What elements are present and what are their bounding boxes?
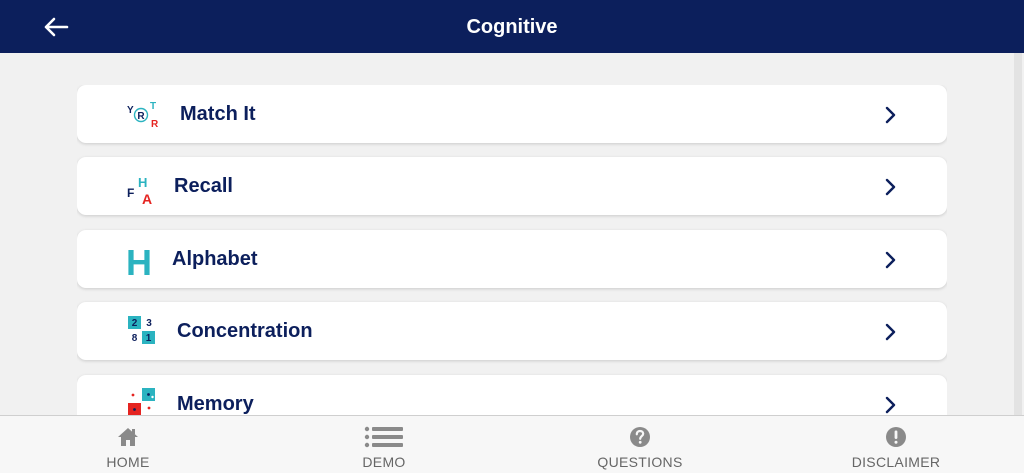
list-item-label: Match It [180,103,256,125]
tab-label: HOME [106,454,150,470]
chevron-right-icon [885,106,896,124]
list-item-label: Memory [177,393,254,415]
svg-text:H: H [126,242,152,282]
list-item-label: Recall [174,175,233,197]
question-icon [630,427,650,447]
tab-questions[interactable]: QUESTIONS [512,416,768,473]
svg-text:F: F [127,186,134,200]
svg-text:H: H [138,175,147,190]
tab-label: DEMO [362,454,406,470]
activity-list: Y R T R Match It F H A Recall H Alphabet [77,85,947,415]
svg-text:1: 1 [146,333,152,344]
chevron-right-icon [885,251,896,269]
svg-text:T: T [150,101,156,112]
list-item-concentration[interactable]: 2 3 8 1 Concentration [77,302,947,360]
svg-text:3: 3 [146,318,152,329]
tab-demo[interactable]: DEMO [256,416,512,473]
chevron-right-icon [885,323,896,341]
scrollbar[interactable] [1014,53,1022,415]
list-item-label: Alphabet [172,248,258,270]
tab-disclaimer[interactable]: DISCLAIMER [768,416,1024,473]
recall-icon: F H A [127,175,152,207]
tab-home[interactable]: HOME [0,416,256,473]
svg-text:A: A [142,191,152,207]
list-item-match-it[interactable]: Y R T R Match It [77,85,947,143]
home-icon [118,428,138,446]
chevron-right-icon [885,178,896,196]
bottom-tab-bar: HOME DEMO QUESTIONS DISCLAIMER [0,415,1024,473]
exclamation-icon [886,427,906,447]
tab-label: QUESTIONS [597,454,683,470]
concentration-icon: 2 3 8 1 [128,316,155,344]
page-title: Cognitive [466,16,558,38]
chevron-right-icon [885,396,896,414]
svg-text:R: R [151,119,159,130]
list-item-recall[interactable]: F H A Recall [77,157,947,215]
match-it-icon: Y R T R [127,101,159,130]
list-item-alphabet[interactable]: H Alphabet [77,230,947,288]
tab-label: DISCLAIMER [851,454,941,470]
svg-text:Y: Y [127,105,134,116]
svg-text:R: R [137,111,145,122]
list-item-memory[interactable]: Memory [77,375,947,415]
memory-icon [128,388,155,415]
list-item-label: Concentration [177,320,313,342]
svg-text:2: 2 [132,318,138,329]
list-icon [364,426,403,448]
top-app-bar: Cognitive [0,0,1024,53]
alphabet-icon: H [126,242,152,282]
svg-text:8: 8 [132,333,138,344]
